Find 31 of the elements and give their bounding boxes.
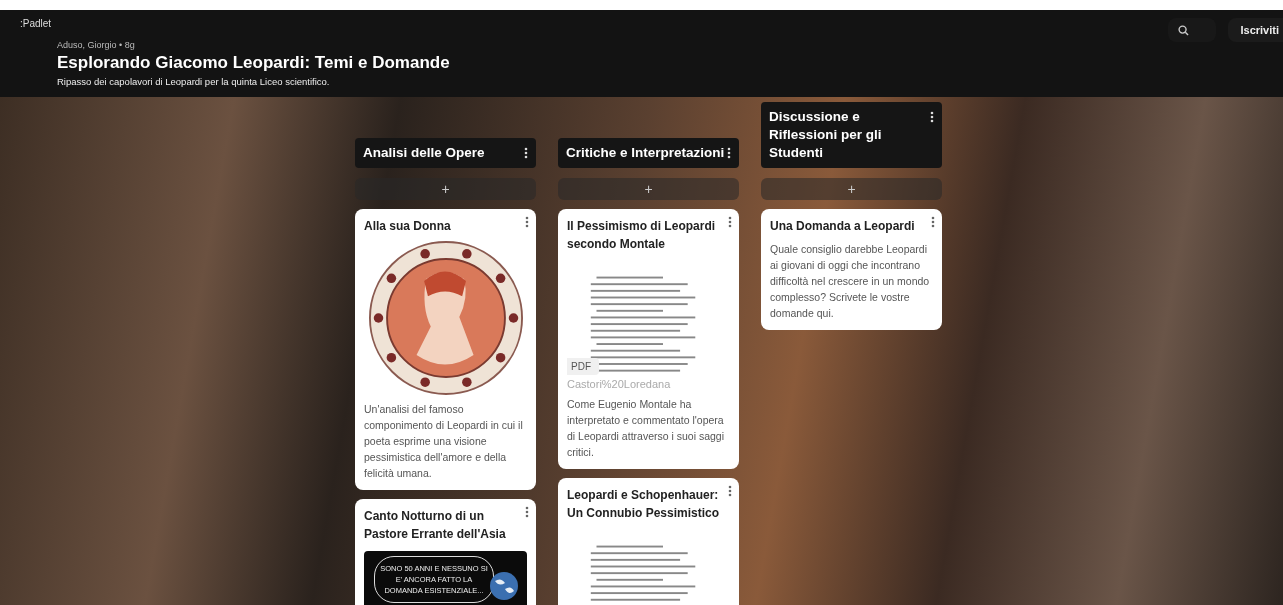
column-title: Discussione e Riflessioni per gli Studenti <box>769 108 883 162</box>
post-card[interactable]: Il Pessimismo di Leopardi secondo Montale PDF Castori%20Loredana Come Eugenio Montale ha interpretato e commentato l'opera di Leopardi attraverso i suoi saggi critici. <box>558 209 739 469</box>
post-card[interactable]: Una Domanda a Leopardi Quale consiglio darebbe Leopardi ai giovani di oggi che incontrano difficoltà nel crescere in un mondo complesso? Scrivete le vostre domande qui. <box>761 209 942 330</box>
add-post-button[interactable]: + <box>761 178 942 200</box>
board-description: Ripasso dei capolavori di Leopardi per la quinta Liceo scientifico. <box>57 76 331 87</box>
board-meta: Aduso, Giorgio • 8g <box>57 40 136 50</box>
file-type-label: PDF <box>567 358 599 375</box>
search-button[interactable] <box>1168 18 1217 42</box>
post-title: Il Pessimismo di Leopardi secondo Montale <box>567 218 717 253</box>
file-name: Castori%20Loredana <box>567 378 672 390</box>
more-icon[interactable] <box>524 147 528 159</box>
post-title: Leopardi e Schopenhauer: Un Connubio Pessimistico <box>567 487 720 522</box>
board-title: Esplorando Giacomo Leopardi: Temi e Domande <box>57 53 450 73</box>
app-logo[interactable]: :Padlet <box>20 18 52 29</box>
post-card[interactable]: Leopardi e Schopenhauer: Un Connubio Pessimistico <box>558 478 739 605</box>
post-body: Un'analisi del famoso componimento di Leopardi in cui il poeta esprime una visione pessimistica dell'amore e della felicità umana. <box>364 402 524 481</box>
more-icon[interactable] <box>930 111 934 123</box>
post-body: Quale consiglio darebbe Leopardi ai giovani di oggi che incontrano difficoltà nel crescere in un mondo complesso? Scrivete le vostre domande qui. <box>770 242 931 321</box>
add-post-button[interactable]: + <box>355 178 536 200</box>
post-body: Come Eugenio Montale ha interpretato e commentato l'opera di Leopardi attraverso i suoi saggi critici. <box>567 397 725 460</box>
post-title: Alla sua Donna <box>364 218 452 235</box>
signup-button[interactable]: Iscriviti <box>1228 18 1283 42</box>
post-title: Canto Notturno di un Pastore Errante dell'Asia <box>364 508 507 543</box>
add-post-button[interactable]: + <box>558 178 739 200</box>
column-title: Critiche e Interpretazioni <box>566 144 725 162</box>
column-title: Analisi delle Opere <box>363 144 485 162</box>
post-card[interactable]: Alla sua Donna Un'analisi del famoso componimento di Leopardi in cui il poeta esprime una visione pessimistica dell'amore e della felicità umana. <box>355 209 536 490</box>
planet-icon <box>489 571 519 601</box>
more-icon[interactable] <box>727 147 731 159</box>
post-title: Una Domanda a Leopardi <box>770 218 916 235</box>
search-icon <box>1178 24 1190 36</box>
